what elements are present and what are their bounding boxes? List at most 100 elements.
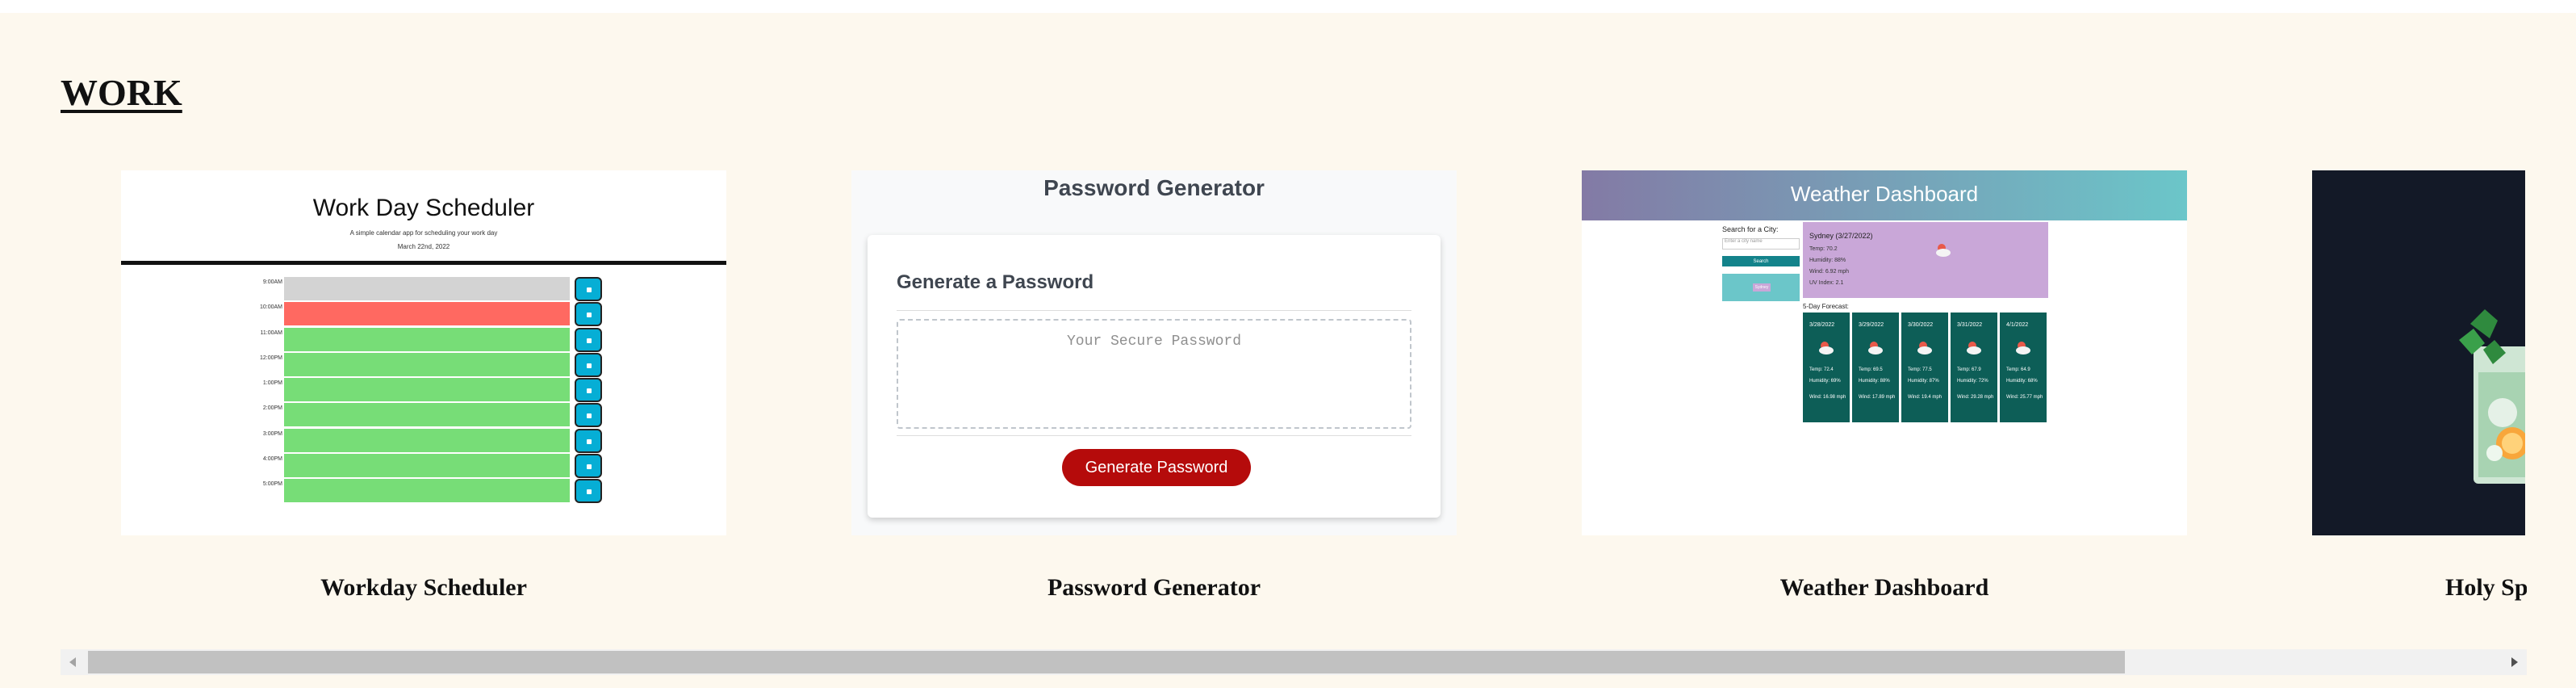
- event-textarea[interactable]: [284, 454, 570, 479]
- preview-date: March 22nd, 2022: [397, 243, 450, 250]
- hour-label: 3:00PM: [262, 430, 282, 437]
- weather-cloud-sun-icon: [1917, 342, 1932, 354]
- project-thumbnail[interactable]: Weather Dashboard Search for a City: Ent…: [1582, 170, 2187, 535]
- project-thumbnail[interactable]: Password Generator Generate a Password G…: [851, 170, 1457, 535]
- hour-label: 11:00AM: [260, 329, 283, 336]
- project-caption[interactable]: Weather Dashboard: [1582, 574, 2187, 602]
- current-temp: Temp: 70.2: [1809, 246, 1838, 252]
- forecast-date: 3/31/2022: [1957, 322, 1983, 328]
- event-textarea[interactable]: [284, 327, 570, 352]
- weather-cloud-sun-icon: [1967, 342, 1981, 354]
- event-textarea[interactable]: [284, 479, 570, 504]
- time-block-row: 1:00PM: [250, 378, 718, 403]
- weather-cloud-sun-icon: [1819, 342, 1834, 354]
- preview-heading: Password Generator: [1043, 175, 1265, 200]
- preview-title: Weather Dashboard: [1790, 182, 1979, 206]
- weather-cloud-sun-icon: [1868, 342, 1883, 354]
- hour-label: 9:00AM: [262, 279, 282, 285]
- save-button[interactable]: [575, 403, 602, 428]
- forecast-wind: Wind: 17.89 mph: [1859, 395, 1896, 400]
- event-textarea[interactable]: [284, 277, 570, 301]
- scrollbar-thumb[interactable]: [88, 651, 2125, 673]
- save-button[interactable]: [575, 454, 602, 479]
- password-panel: Generate a Password Generate Password: [868, 235, 1441, 518]
- forecast-date: 3/29/2022: [1859, 322, 1884, 328]
- project-thumbnail[interactable]: [2312, 170, 2525, 535]
- search-history: Sydney: [1722, 274, 1800, 301]
- hour-label: 5:00PM: [262, 481, 282, 488]
- save-button[interactable]: [575, 378, 602, 403]
- forecast-wind: Wind: 25.77 mph: [2006, 395, 2043, 400]
- search-button[interactable]: Search: [1722, 256, 1800, 266]
- current-wind: Wind: 6.92 mph: [1809, 269, 1850, 275]
- project-card-weather-dashboard[interactable]: Weather Dashboard Search for a City: Ent…: [1582, 170, 2187, 623]
- history-city-button[interactable]: Sydney: [1753, 283, 1771, 292]
- preview-title: Work Day Scheduler: [312, 195, 535, 221]
- weather-cloud-sun-icon: [2016, 342, 2030, 354]
- project-caption[interactable]: Workday Scheduler: [121, 574, 726, 602]
- project-thumbnail[interactable]: Work Day Scheduler A simple calendar app…: [121, 170, 726, 535]
- forecast-card: 3/28/2022 Temp: 72.4 Humidity: 69% Wind: 16…: [1803, 313, 1850, 422]
- save-button[interactable]: [575, 277, 602, 301]
- divider: [897, 310, 1411, 311]
- forecast-temp: Temp: 72.4: [1809, 367, 1834, 372]
- current-uv: UV Index: 2.1: [1809, 280, 1844, 286]
- save-button[interactable]: [575, 479, 602, 504]
- current-city: Sydney (3/27/2022): [1809, 232, 1873, 240]
- forecast-humidity: Humidity: 72%: [1957, 379, 1988, 384]
- hour-label: 12:00PM: [259, 354, 282, 361]
- forecast-card: 3/31/2022 Temp: 67.9 Humidity: 72% Wind: 29…: [1951, 313, 1997, 422]
- scroll-right-arrow-icon[interactable]: [2501, 649, 2527, 675]
- event-textarea[interactable]: [284, 352, 570, 377]
- hour-label: 1:00PM: [262, 380, 282, 387]
- event-textarea[interactable]: [284, 302, 570, 327]
- weather-cloud-sun-icon: [1936, 244, 1951, 257]
- forecast-temp: Temp: 77.5: [1908, 367, 1932, 372]
- scroll-left-arrow-icon[interactable]: [61, 649, 86, 675]
- event-textarea[interactable]: [284, 403, 570, 428]
- panel-title: Generate a Password: [897, 271, 1094, 293]
- generate-password-button[interactable]: Generate Password: [1062, 449, 1251, 486]
- time-block-row: 2:00PM: [250, 403, 718, 428]
- project-caption[interactable]: Holy Sp: [2445, 574, 2527, 602]
- forecast-temp: Temp: 69.5: [1859, 367, 1883, 372]
- project-card-workday-scheduler[interactable]: Work Day Scheduler A simple calendar app…: [121, 170, 726, 623]
- time-block-row: 12:00PM: [250, 352, 718, 378]
- forecast-label: 5-Day Forecast:: [1803, 303, 1849, 310]
- time-block-row: 9:00AM: [250, 277, 718, 302]
- cocktail-illustration-icon: [2459, 309, 2525, 484]
- project-card-password-generator[interactable]: Password Generator Generate a Password G…: [851, 170, 1457, 623]
- save-button[interactable]: [575, 302, 602, 327]
- forecast-humidity: Humidity: 68%: [2006, 379, 2038, 384]
- city-search-input[interactable]: Enter a city name: [1722, 238, 1800, 250]
- time-block-row: 3:00PM: [250, 428, 718, 454]
- forecast-temp: Temp: 64.9: [2006, 367, 2030, 372]
- event-textarea[interactable]: [284, 378, 570, 403]
- password-textarea[interactable]: [897, 319, 1411, 429]
- save-button[interactable]: [575, 327, 602, 352]
- time-block-row: 10:00AM: [250, 302, 718, 327]
- save-button[interactable]: [575, 352, 602, 377]
- preview-subtitle: A simple calendar app for scheduling you…: [349, 229, 498, 237]
- time-block-row: 11:00AM: [250, 327, 718, 353]
- projects-carousel[interactable]: Work Day Scheduler A simple calendar app…: [61, 170, 2527, 623]
- save-button[interactable]: [575, 428, 602, 453]
- forecast-date: 3/30/2022: [1908, 322, 1934, 328]
- forecast-wind: Wind: 29.28 mph: [1957, 395, 1994, 400]
- current-humidity: Humidity: 88%: [1809, 258, 1846, 263]
- forecast-humidity: Humidity: 69%: [1809, 379, 1841, 384]
- project-caption[interactable]: Password Generator: [851, 574, 1457, 602]
- event-textarea[interactable]: [284, 428, 570, 453]
- project-card-holy-spirits[interactable]: Holy Sp: [2312, 170, 2527, 623]
- portfolio-page: WORK Work Day Scheduler A simple calenda…: [0, 13, 2576, 688]
- forecast-wind: Wind: 19.4 mph: [1908, 395, 1942, 400]
- forecast-card: 4/1/2022 Temp: 64.9 Humidity: 68% Wind: 25.…: [2000, 313, 2047, 422]
- forecast-card: 3/30/2022 Temp: 77.5 Humidity: 87% Wind: 19…: [1901, 313, 1948, 422]
- time-block-row: 4:00PM: [250, 454, 718, 479]
- horizontal-scrollbar[interactable]: [61, 649, 2527, 675]
- current-weather: Sydney (3/27/2022) Temp: 70.2 Humidity: …: [1803, 222, 2048, 298]
- hour-label: 2:00PM: [262, 405, 282, 412]
- time-block-row: 5:00PM: [250, 479, 718, 504]
- section-title: WORK: [61, 72, 182, 113]
- forecast-humidity: Humidity: 87%: [1908, 379, 1939, 384]
